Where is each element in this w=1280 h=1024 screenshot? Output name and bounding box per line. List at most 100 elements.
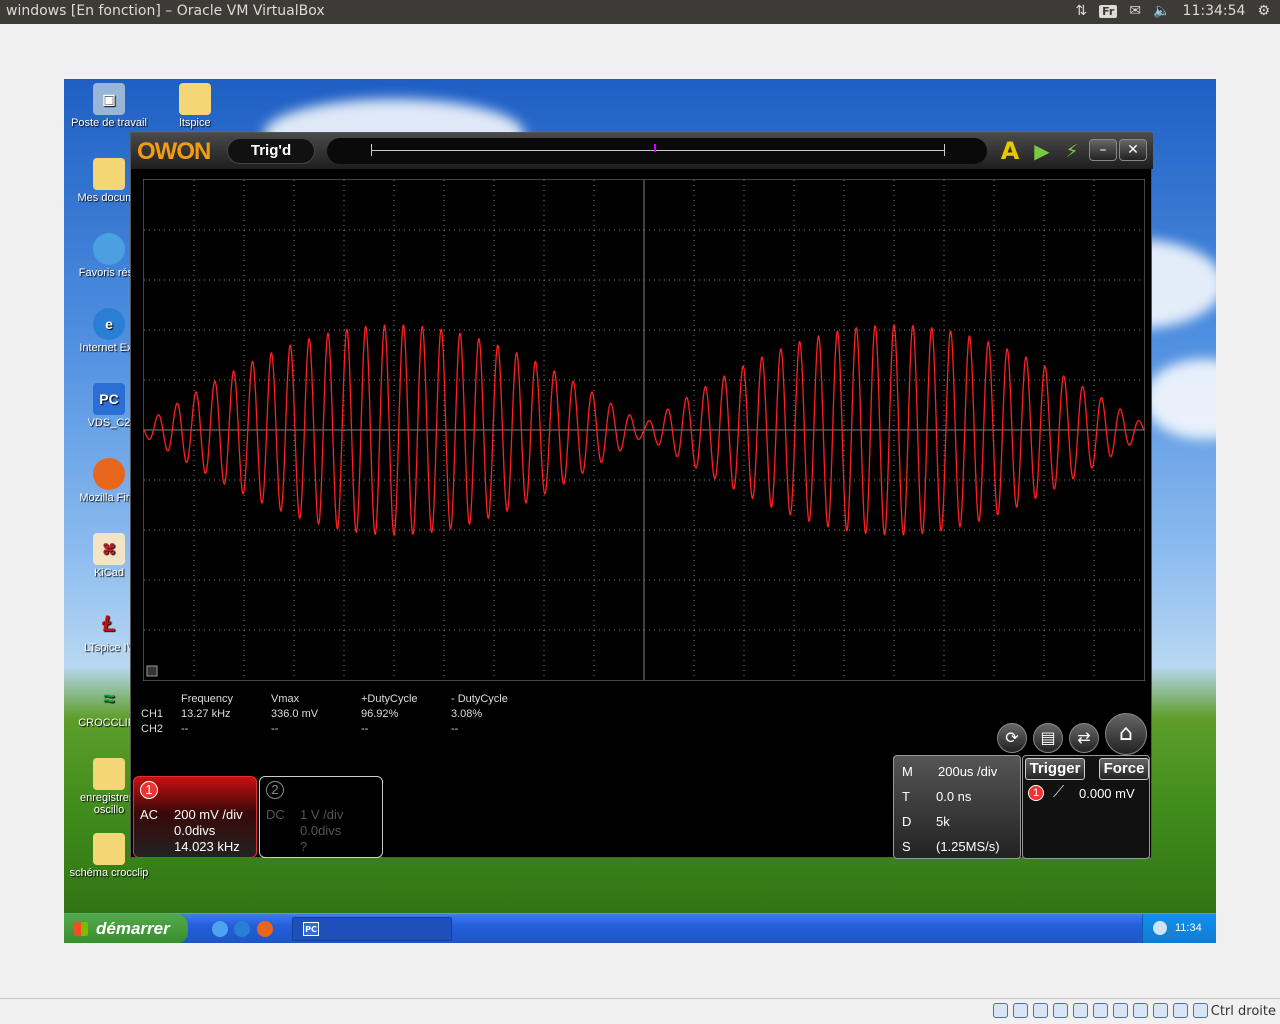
- host-clock[interactable]: 11:34:54: [1183, 3, 1246, 19]
- pc-app-icon: PC: [303, 922, 319, 936]
- single-trigger-icon[interactable]: ⚡: [1059, 139, 1085, 163]
- meas-ch1-label: CH1: [141, 708, 164, 720]
- usb-icon[interactable]: [1073, 1003, 1088, 1018]
- ltspice-icon: Ɫ: [102, 611, 116, 636]
- meas-ch2-frequency: --: [181, 723, 189, 735]
- ch1-number: 1: [140, 781, 158, 799]
- mouse-integration-icon[interactable]: [1173, 1003, 1188, 1018]
- meas-ch1-neg-duty: 3.08%: [451, 708, 483, 720]
- ch2-number: 2: [266, 781, 284, 799]
- home-icon[interactable]: ⌂: [1105, 713, 1147, 755]
- documents-folder-icon: [93, 158, 125, 190]
- host-top-bar: windows [En fonction] – Oracle VM Virtua…: [0, 0, 1280, 24]
- desktop-icon-my-computer[interactable]: ▣ Poste de travail: [64, 83, 154, 129]
- taskbar-item-vds[interactable]: PC: [292, 917, 452, 941]
- ch1-frequency: 14.023 kHz: [174, 839, 240, 854]
- trigger-source-badge[interactable]: 1: [1028, 785, 1044, 801]
- host-key-label: Ctrl droite: [1210, 1004, 1276, 1019]
- trigger-button[interactable]: Trigger: [1025, 758, 1085, 780]
- scope-header: OWON Trig'd A ▶ ⚡ – ✕: [131, 133, 1153, 169]
- computer-icon: ▣: [93, 83, 125, 115]
- volume-icon[interactable]: 🔈: [1153, 3, 1170, 19]
- folder-icon: [179, 83, 211, 115]
- save-icon[interactable]: ▤: [1033, 723, 1063, 753]
- cpu-icon[interactable]: [1153, 1003, 1168, 1018]
- force-trigger-button[interactable]: Force: [1099, 758, 1149, 780]
- timebase-d-label: D: [902, 814, 912, 829]
- folder-icon: [93, 833, 125, 865]
- ch1-scale[interactable]: 200 mV /div: [174, 807, 243, 822]
- mail-icon[interactable]: ✉: [1129, 3, 1141, 19]
- timebase-panel[interactable]: M 200us /div T 0.0 ns D 5k S (1.25MS/s): [893, 755, 1021, 859]
- optical-drive-icon[interactable]: [1013, 1003, 1028, 1018]
- meas-ch1-frequency: 13.27 kHz: [181, 708, 231, 720]
- folder-icon: [93, 758, 125, 790]
- system-tray: 11:34: [1142, 914, 1216, 943]
- ch1-coupling[interactable]: AC: [140, 807, 158, 822]
- position-marker[interactable]: [654, 144, 656, 152]
- tray-clock[interactable]: 11:34: [1175, 922, 1202, 934]
- meas-ch2-vmax: --: [271, 723, 279, 735]
- network-icon[interactable]: ⇅: [1075, 3, 1087, 19]
- minimize-button[interactable]: –: [1089, 139, 1117, 161]
- kicad-icon: ⌘: [93, 533, 125, 565]
- meas-ch2-pos-duty: --: [361, 723, 369, 735]
- ch2-offset[interactable]: 0.0divs: [300, 823, 341, 838]
- scope-screen[interactable]: [143, 179, 1145, 681]
- meas-ch2-neg-duty: --: [451, 723, 459, 735]
- window-title: windows [En fonction] – Oracle VM Virtua…: [6, 3, 325, 19]
- video-capture-icon[interactable]: [1133, 1003, 1148, 1018]
- run-play-icon[interactable]: ▶: [1029, 139, 1055, 163]
- quicklaunch-refresh-icon[interactable]: [212, 921, 228, 937]
- timebase-t-label: T: [902, 789, 910, 804]
- autoset-icon[interactable]: A: [997, 137, 1023, 165]
- close-button[interactable]: ✕: [1119, 139, 1147, 161]
- pc-app-icon: PC: [93, 383, 125, 415]
- settings-gear-icon[interactable]: ⚙: [1257, 3, 1270, 19]
- timebase-s-label: S: [902, 839, 911, 854]
- display-icon[interactable]: [1113, 1003, 1128, 1018]
- meas-ch2-label: CH2: [141, 723, 164, 735]
- memory-position-bar[interactable]: [327, 138, 987, 164]
- trigger-level[interactable]: 0.000 mV: [1079, 786, 1135, 801]
- ch1-offset[interactable]: 0.0divs: [174, 823, 215, 838]
- hdd-icon[interactable]: [993, 1003, 1008, 1018]
- memory-depth[interactable]: 5k: [936, 814, 950, 829]
- meas-header-neg-duty: - DutyCycle: [451, 693, 508, 705]
- timebase-m-label: M: [902, 764, 913, 779]
- timebase-offset[interactable]: 0.0 ns: [936, 789, 971, 804]
- refresh-icon[interactable]: ⟳: [997, 723, 1027, 753]
- shared-folder-icon[interactable]: [1093, 1003, 1108, 1018]
- desktop-icon-ltspice-folder[interactable]: ltspice: [150, 83, 240, 129]
- host-status-bar: Ctrl droite: [0, 998, 1280, 1024]
- start-button[interactable]: démarrer: [64, 914, 188, 943]
- swap-icon[interactable]: ⇄: [1069, 723, 1099, 753]
- quicklaunch-ie-icon[interactable]: [234, 921, 250, 937]
- cursor-toggle-button[interactable]: [146, 665, 158, 677]
- network-adapter-icon[interactable]: [1053, 1003, 1068, 1018]
- ch1-panel[interactable]: 1 AC 200 mV /div 0.0divs 14.023 kHz: [133, 776, 257, 858]
- meas-ch1-vmax: 336.0 mV: [271, 708, 319, 720]
- ch2-panel[interactable]: 2 DC 1 V /div 0.0divs ?: [259, 776, 383, 858]
- meas-header-pos-duty: +DutyCycle: [361, 693, 418, 705]
- trigger-status: Trig'd: [227, 138, 315, 164]
- meas-header-vmax: Vmax: [271, 693, 300, 705]
- quicklaunch-firefox-icon[interactable]: [257, 921, 273, 937]
- rising-edge-icon[interactable]: ⟋: [1053, 784, 1064, 802]
- host-key-icon[interactable]: [1193, 1003, 1208, 1018]
- ch2-frequency: ?: [300, 839, 308, 854]
- network-icon: [93, 233, 125, 265]
- trigger-panel[interactable]: Trigger Force 1 ⟋ 0.000 mV: [1022, 755, 1150, 859]
- ch2-coupling[interactable]: DC: [266, 807, 285, 822]
- ch2-scale[interactable]: 1 V /div: [300, 807, 343, 822]
- windows-taskbar: démarrer PC 11:34: [64, 913, 1216, 943]
- guest-desktop: ▣ Poste de travail ltspice Mes docume Fa…: [64, 79, 1216, 943]
- audio-icon[interactable]: [1033, 1003, 1048, 1018]
- meas-ch1-pos-duty: 96.92%: [361, 708, 399, 720]
- timebase-scale[interactable]: 200us /div: [938, 764, 997, 779]
- keyboard-layout-indicator[interactable]: Fr: [1099, 4, 1118, 18]
- firefox-icon: [93, 458, 125, 490]
- crocodile-clips-icon: ≈: [103, 687, 115, 710]
- sample-rate: (1.25MS/s): [936, 839, 1000, 854]
- tray-icon[interactable]: [1153, 921, 1167, 935]
